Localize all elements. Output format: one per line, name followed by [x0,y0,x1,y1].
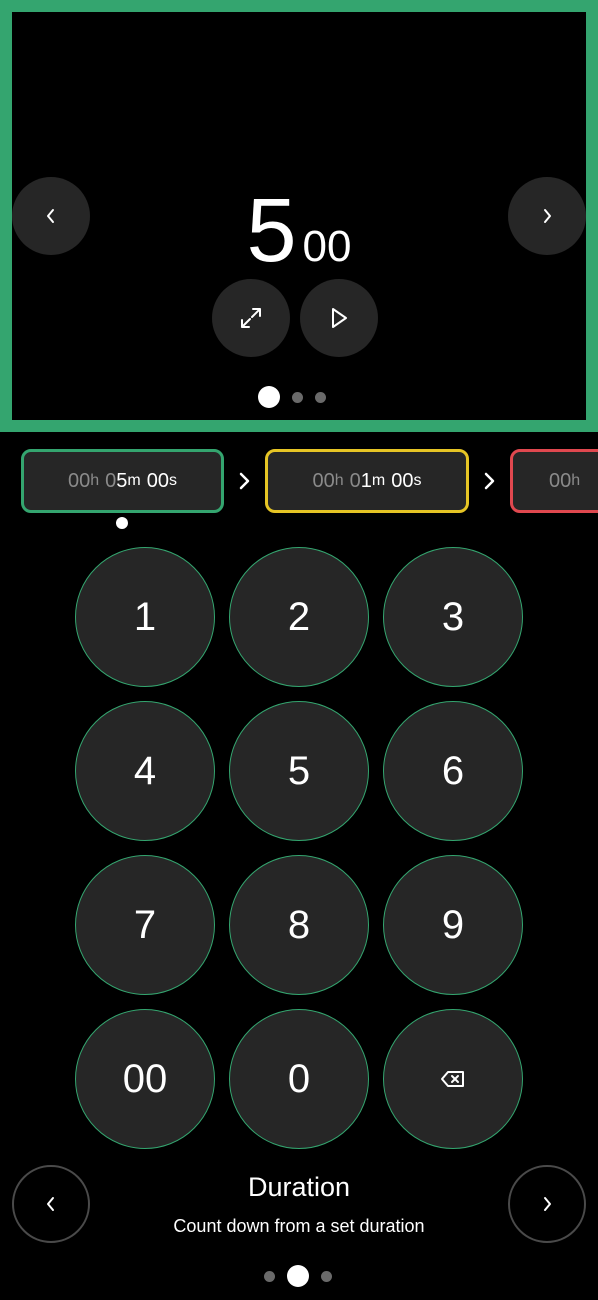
timer-minutes: 5 [246,181,297,281]
key-4[interactable]: 4 [75,701,215,841]
page-dot-3[interactable] [315,391,326,403]
preview-page-dots [258,386,326,408]
key-0[interactable]: 0 [229,1009,369,1149]
key-9[interactable]: 9 [383,855,523,995]
step-2[interactable]: 00 h 0 1 m 00 s [265,449,469,513]
chevron-right-icon [239,472,250,490]
backspace-key[interactable] [383,1009,523,1149]
key-1[interactable]: 1 [75,547,215,687]
page-dot-2[interactable] [292,391,303,403]
key-7[interactable]: 7 [75,855,215,995]
mode-description: Count down from a set duration [173,1216,425,1236]
active-step-indicator [116,517,128,529]
key-2[interactable]: 2 [229,547,369,687]
backspace-icon [441,1071,464,1087]
chevron-right-icon [484,472,495,490]
play-icon [332,308,347,328]
mode-page-dots [264,1265,332,1287]
key-6[interactable]: 6 [383,701,523,841]
mode-dot-1[interactable] [264,1270,275,1282]
key-8[interactable]: 8 [229,855,369,995]
step-3[interactable]: 00 h [510,449,598,513]
step-1[interactable]: 00 h 0 5 m 00 s [21,449,224,513]
timer-preview[interactable]: 5 00 [0,0,598,432]
timer-display: 5 00 [12,180,586,283]
page-dot-1[interactable] [258,386,280,408]
mode-dot-2[interactable] [287,1265,309,1287]
step-sequence: 00 h 0 5 m 00 s 00 h 0 1 m 00 s 00 h [0,449,598,515]
key-3[interactable]: 3 [383,547,523,687]
timer-seconds: 00 [302,222,352,271]
key-5[interactable]: 5 [229,701,369,841]
fullscreen-button[interactable] [212,279,290,357]
expand-icon [241,308,261,328]
mode-dot-3[interactable] [321,1270,332,1282]
key-00[interactable]: 00 [75,1009,215,1149]
play-button[interactable] [300,279,378,357]
mode-title: Duration [247,1172,351,1202]
